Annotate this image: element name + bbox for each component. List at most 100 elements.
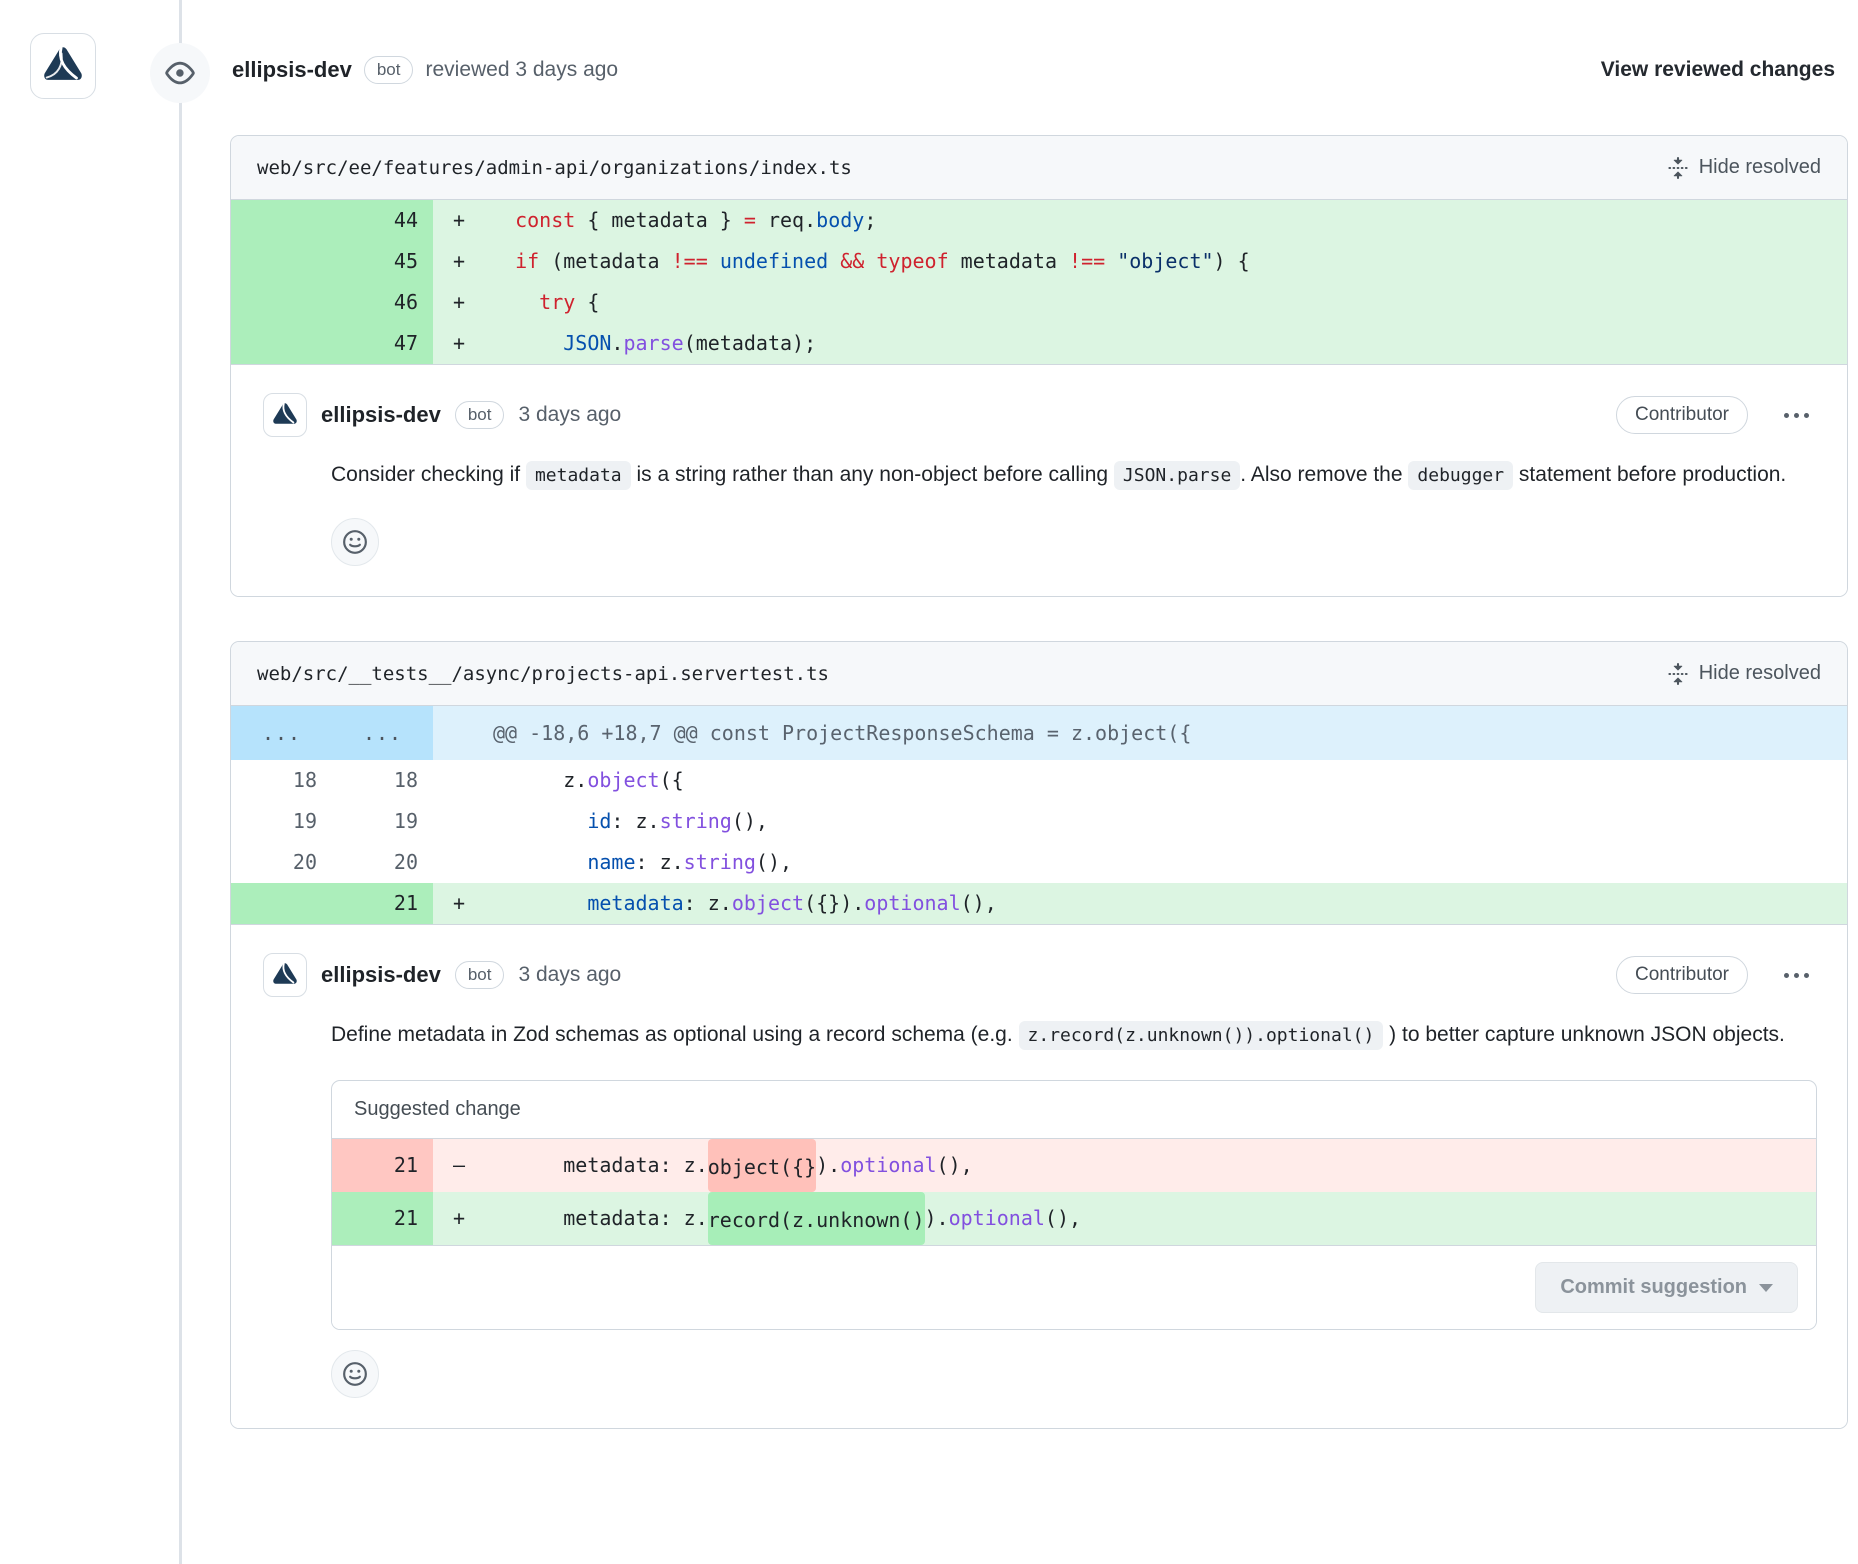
hide-resolved-button[interactable]: Hide resolved: [1667, 156, 1821, 179]
new-line-number: 18: [332, 760, 433, 801]
code-line: id: z.string(),: [433, 801, 1847, 842]
view-reviewed-changes-link[interactable]: View reviewed changes: [1601, 58, 1835, 82]
kebab-menu-button[interactable]: [1784, 973, 1809, 978]
inline-code-chip: JSON.parse: [1114, 461, 1240, 490]
code-token: ) {: [1214, 241, 1250, 282]
code-token: !==: [672, 241, 708, 282]
file-path-link[interactable]: web/src/__tests__/async/projects-api.ser…: [257, 663, 829, 685]
code-token: {: [575, 282, 599, 323]
code-token: id: [587, 801, 611, 842]
code-token: (),: [937, 1139, 973, 1192]
new-line-number: 45: [332, 241, 433, 282]
code-token: optional: [949, 1192, 1045, 1245]
hide-resolved-label: Hide resolved: [1699, 156, 1821, 179]
diff-marker: +: [433, 200, 491, 241]
code-line: + if (metadata !== undefined && typeof m…: [433, 241, 1847, 282]
review-author[interactable]: ellipsis-dev: [232, 57, 352, 83]
add-reaction-button[interactable]: [331, 518, 379, 566]
code-line: z.object({: [433, 760, 1847, 801]
hide-resolved-button[interactable]: Hide resolved: [1667, 662, 1821, 685]
code-line: @@ -18,6 +18,7 @@ const ProjectResponseS…: [433, 706, 1847, 760]
avatar[interactable]: [263, 393, 307, 437]
suggestion-diff-row: 21– metadata: z.object({}).optional(),: [332, 1139, 1816, 1192]
code-token: object: [587, 760, 659, 801]
suggestion-footer: Commit suggestion: [332, 1245, 1816, 1329]
comment-timestamp[interactable]: 3 days ago: [518, 963, 621, 987]
line-number: 21: [332, 1192, 433, 1245]
diff-marker: +: [433, 323, 491, 364]
code-token: : z.: [611, 801, 659, 842]
suggested-change-block: Suggested change 21– metadata: z.object(…: [331, 1080, 1817, 1330]
review-header: ellipsis-dev bot reviewed 3 days ago Vie…: [0, 0, 1858, 135]
comment-timestamp[interactable]: 3 days ago: [518, 403, 621, 427]
bot-badge: bot: [455, 961, 505, 989]
code-token: metadata: [587, 883, 683, 924]
avatar[interactable]: [30, 33, 96, 99]
smiley-icon: [342, 529, 368, 555]
file-path-link[interactable]: web/src/ee/features/admin-api/organizati…: [257, 157, 852, 179]
comment-header: ellipsis-dev bot 3 days ago Contributor: [263, 393, 1815, 437]
code-token: z.: [491, 760, 587, 801]
old-line-number: 20: [231, 842, 332, 883]
old-line-number: 19: [231, 801, 332, 842]
review-event-badge: [150, 43, 210, 103]
old-line-number: [231, 323, 332, 364]
bot-badge: bot: [455, 401, 505, 429]
ellipsis-logo-icon: [270, 960, 300, 990]
old-line-number: [231, 282, 332, 323]
comment-body: Define metadata in Zod schemas as option…: [331, 1013, 1815, 1058]
code-token: typeof: [876, 241, 948, 282]
code-token: optional: [840, 1139, 936, 1192]
code-line: name: z.string(),: [433, 842, 1847, 883]
contributor-badge: Contributor: [1616, 956, 1748, 994]
code-token: &&: [840, 241, 864, 282]
review-comment: ellipsis-dev bot 3 days ago Contributor …: [231, 365, 1847, 596]
diff-marker: [433, 760, 491, 801]
new-line-number: 19: [332, 801, 433, 842]
code-token: metadata: z.: [491, 1139, 708, 1192]
code-token: metadata: [949, 241, 1069, 282]
code-token: (),: [756, 842, 792, 883]
diff-row: 1818 z.object({: [231, 760, 1847, 801]
code-token: body: [816, 200, 864, 241]
code-token: =: [744, 200, 756, 241]
review-action-text: reviewed 3 days ago: [425, 58, 618, 82]
code-token: record(z.unknown(): [708, 1192, 925, 1245]
diff-row: 46+ try {: [231, 282, 1847, 323]
diff-block: ......@@ -18,6 +18,7 @@ const ProjectRes…: [231, 706, 1847, 925]
code-token: [1105, 241, 1117, 282]
suggestion-diff: 21– metadata: z.object({}).optional(),21…: [332, 1139, 1816, 1245]
bot-badge: bot: [364, 56, 414, 84]
code-token: JSON: [563, 323, 611, 364]
code-line: + metadata: z.object({}).optional(),: [433, 883, 1847, 924]
code-token: [491, 323, 563, 364]
comment-author[interactable]: ellipsis-dev: [321, 962, 441, 988]
comment-author[interactable]: ellipsis-dev: [321, 402, 441, 428]
commit-suggestion-button[interactable]: Commit suggestion: [1535, 1262, 1798, 1313]
file-header: web/src/__tests__/async/projects-api.ser…: [231, 642, 1847, 706]
code-token: !==: [1069, 241, 1105, 282]
code-token: ({}).: [804, 883, 864, 924]
kebab-menu-button[interactable]: [1784, 413, 1809, 418]
code-token: try: [539, 282, 575, 323]
diff-marker: +: [433, 241, 491, 282]
code-token: [491, 883, 587, 924]
hunk-header-text: @@ -18,6 +18,7 @@ const ProjectResponseS…: [433, 706, 1191, 760]
code-token: [491, 241, 515, 282]
review-threads: web/src/ee/features/admin-api/organizati…: [230, 135, 1848, 1429]
diff-row: 45+ if (metadata !== undefined && typeof…: [231, 241, 1847, 282]
code-token: string: [684, 842, 756, 883]
diff-row: ......@@ -18,6 +18,7 @@ const ProjectRes…: [231, 706, 1847, 760]
diff-marker: +: [433, 282, 491, 323]
new-line-number: 20: [332, 842, 433, 883]
new-line-number: 21: [332, 883, 433, 924]
code-token: ).: [925, 1192, 949, 1245]
diff-row: 47+ JSON.parse(metadata);: [231, 323, 1847, 364]
code-token: [491, 801, 587, 842]
add-reaction-button[interactable]: [331, 1350, 379, 1398]
hide-resolved-label: Hide resolved: [1699, 662, 1821, 685]
avatar[interactable]: [263, 953, 307, 997]
code-token: "object": [1117, 241, 1213, 282]
review-thread-card: web/src/__tests__/async/projects-api.ser…: [230, 641, 1848, 1429]
line-number: 21: [332, 1139, 433, 1192]
